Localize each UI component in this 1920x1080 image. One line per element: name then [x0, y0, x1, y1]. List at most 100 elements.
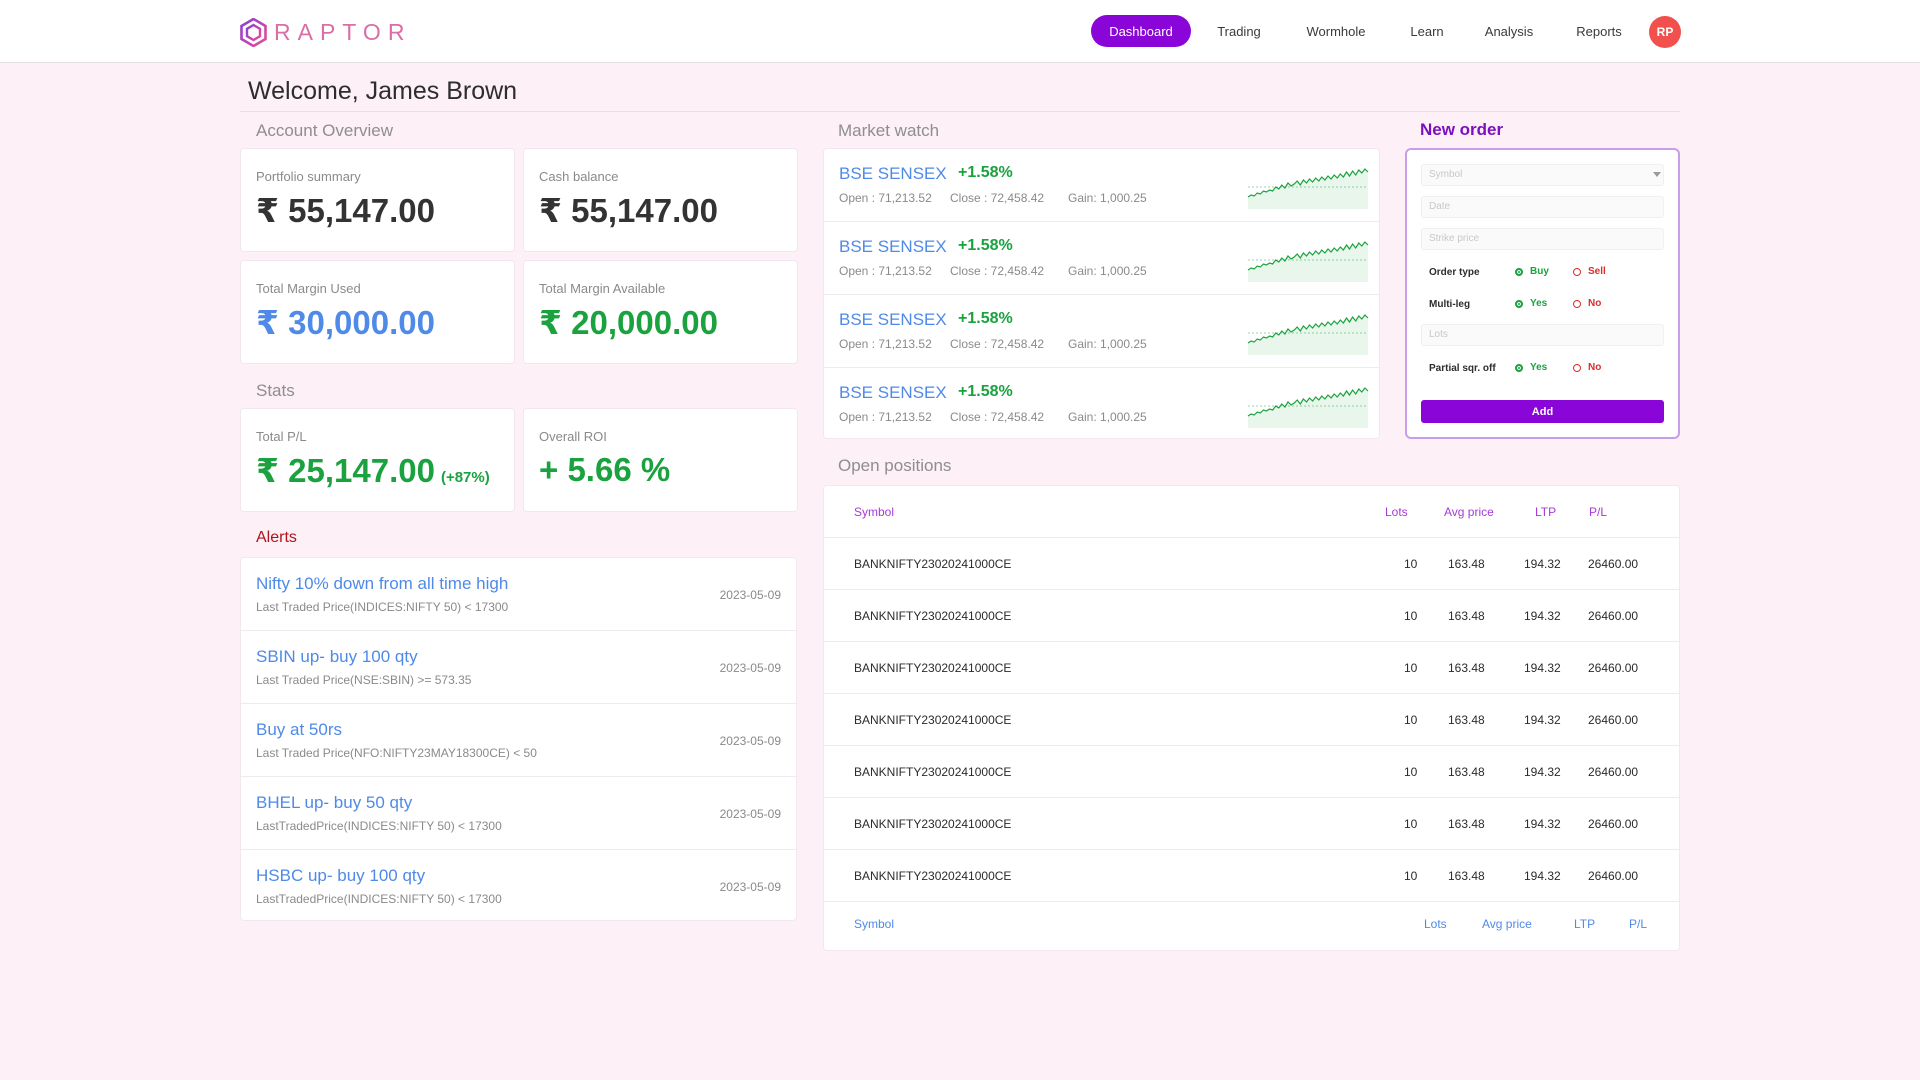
order-type-buy-radio[interactable]: Buy: [1515, 266, 1549, 277]
lots-field[interactable]: Lots: [1421, 324, 1664, 346]
cell-avg-price: 163.48: [1448, 817, 1485, 831]
multileg-yes-radio[interactable]: Yes: [1515, 298, 1547, 309]
foot-symbol[interactable]: Symbol: [854, 917, 894, 931]
cell-lots: 10: [1404, 713, 1418, 727]
alert-item[interactable]: SBIN up- buy 100 qty Last Traded Price(N…: [241, 631, 796, 704]
radio-label: Yes: [1530, 362, 1548, 373]
nav-trading[interactable]: Trading: [1199, 15, 1279, 47]
foot-ltp[interactable]: LTP: [1574, 917, 1595, 931]
cell-avg-price: 163.48: [1448, 609, 1485, 623]
alert-item[interactable]: Nifty 10% down from all time high Last T…: [241, 558, 796, 631]
cell-pl: 26460.00: [1588, 609, 1639, 623]
brand-logo[interactable]: RAPTOR: [240, 17, 411, 47]
alert-item[interactable]: HSBC up- buy 100 qty LastTradedPrice(IND…: [241, 850, 796, 923]
market-watch-item[interactable]: BSE SENSEX +1.58% Open : 71,213.52 Close…: [824, 295, 1379, 368]
sparkline-chart: [1247, 387, 1369, 428]
total-margin-available-card: Total Margin Available ₹ 20,000.00: [523, 260, 798, 364]
col-lots[interactable]: Lots: [1385, 505, 1408, 519]
alert-item[interactable]: BHEL up- buy 50 qty LastTradedPrice(INDI…: [241, 777, 796, 850]
table-row[interactable]: BANKNIFTY23020241000CE 10 163.48 194.32 2646…: [824, 746, 1679, 798]
user-avatar[interactable]: RP: [1649, 16, 1681, 48]
card-label: Total Margin Used: [256, 281, 361, 296]
add-order-button[interactable]: Add: [1421, 400, 1664, 423]
multileg-no-radio[interactable]: No: [1573, 298, 1601, 309]
alert-condition: Last Traded Price(NSE:SBIN) >= 573.35: [256, 673, 472, 687]
chevron-down-icon: [1653, 172, 1661, 177]
col-pl[interactable]: P/L: [1589, 505, 1607, 519]
card-value: + 5.66 %: [539, 451, 671, 488]
foot-lots[interactable]: Lots: [1424, 917, 1447, 931]
index-name[interactable]: BSE SENSEX: [839, 310, 947, 330]
order-type-sell-radio[interactable]: Sell: [1573, 266, 1606, 277]
cell-symbol: BANKNIFTY23020241000CE: [854, 765, 1012, 779]
cell-lots: 10: [1404, 557, 1418, 571]
index-name[interactable]: BSE SENSEX: [839, 383, 947, 403]
index-gain: Gain: 1,000.25: [1068, 337, 1147, 351]
page-title: Welcome, James Brown: [248, 77, 518, 105]
index-open: Open : 71,213.52: [839, 264, 932, 278]
foot-avg-price[interactable]: Avg price: [1482, 917, 1532, 931]
radio-selected-icon: [1515, 299, 1523, 308]
cash-balance-card: Cash balance ₹ 55,147.00: [523, 148, 798, 252]
alert-date: 2023-05-09: [719, 588, 781, 602]
alert-title[interactable]: Buy at 50rs: [256, 720, 342, 740]
nav-analysis[interactable]: Analysis: [1473, 15, 1545, 47]
col-ltp[interactable]: LTP: [1535, 505, 1556, 519]
alert-title[interactable]: SBIN up- buy 100 qty: [256, 647, 418, 667]
alert-title[interactable]: Nifty 10% down from all time high: [256, 574, 508, 594]
top-navigation-bar: RAPTOR Dashboard Trading Wormhole Learn …: [0, 0, 1920, 63]
table-row[interactable]: BANKNIFTY23020241000CE 10 163.48 194.32 2646…: [824, 798, 1679, 850]
table-row[interactable]: BANKNIFTY23020241000CE 10 163.48 194.32 2646…: [824, 538, 1679, 590]
cell-lots: 10: [1404, 817, 1418, 831]
cell-avg-price: 163.48: [1448, 869, 1485, 883]
market-watch-item[interactable]: BSE SENSEX +1.58% Open : 71,213.52 Close…: [824, 222, 1379, 295]
strike-price-field[interactable]: Strike price: [1421, 228, 1664, 250]
cell-ltp: 194.32: [1524, 609, 1561, 623]
index-name[interactable]: BSE SENSEX: [839, 237, 947, 257]
index-change: +1.58%: [958, 164, 1013, 181]
table-row[interactable]: BANKNIFTY23020241000CE 10 163.48 194.32 2646…: [824, 642, 1679, 694]
alert-date: 2023-05-09: [719, 807, 781, 821]
radio-label: Sell: [1588, 266, 1606, 277]
alert-title[interactable]: BHEL up- buy 50 qty: [256, 793, 412, 813]
alert-title[interactable]: HSBC up- buy 100 qty: [256, 866, 425, 886]
order-type-label: Order type: [1429, 267, 1480, 278]
foot-pl[interactable]: P/L: [1629, 917, 1647, 931]
card-label: Overall ROI: [539, 429, 607, 444]
index-gain: Gain: 1,000.25: [1068, 410, 1147, 424]
radio-selected-icon: [1515, 267, 1523, 276]
table-row[interactable]: BANKNIFTY23020241000CE 10 163.48 194.32 2646…: [824, 850, 1679, 902]
table-row[interactable]: BANKNIFTY23020241000CE 10 163.48 194.32 2646…: [824, 590, 1679, 642]
alert-item[interactable]: Buy at 50rs Last Traded Price(NFO:NIFTY2…: [241, 704, 796, 777]
overall-roi-card: Overall ROI + 5.66 %: [523, 408, 798, 512]
cell-ltp: 194.32: [1524, 661, 1561, 675]
index-name[interactable]: BSE SENSEX: [839, 164, 947, 184]
nav-reports[interactable]: Reports: [1558, 15, 1640, 47]
nav-wormhole[interactable]: Wormhole: [1290, 15, 1382, 47]
alert-date: 2023-05-09: [719, 880, 781, 894]
sparkline-chart: [1247, 241, 1369, 282]
raptor-logo-icon: [240, 17, 267, 47]
nav-dashboard[interactable]: Dashboard: [1091, 15, 1191, 47]
market-watch-item[interactable]: BSE SENSEX +1.58% Open : 71,213.52 Close…: [824, 149, 1379, 222]
cell-avg-price: 163.48: [1448, 713, 1485, 727]
symbol-select[interactable]: Symbol: [1421, 164, 1664, 186]
partial-no-radio[interactable]: No: [1573, 362, 1601, 373]
table-row[interactable]: BANKNIFTY23020241000CE 10 163.48 194.32 2646…: [824, 694, 1679, 746]
alert-condition: Last Traded Price(NFO:NIFTY23MAY18300CE)…: [256, 746, 537, 760]
col-avg-price[interactable]: Avg price: [1444, 505, 1494, 519]
nav-learn[interactable]: Learn: [1392, 15, 1462, 47]
index-change: +1.58%: [958, 383, 1013, 400]
card-label: Portfolio summary: [256, 169, 361, 184]
cell-lots: 10: [1404, 661, 1418, 675]
partial-yes-radio[interactable]: Yes: [1515, 362, 1547, 373]
date-field[interactable]: Date: [1421, 196, 1664, 218]
index-gain: Gain: 1,000.25: [1068, 191, 1147, 205]
table-header: Symbol Lots Avg price LTP P/L: [824, 486, 1679, 538]
cell-symbol: BANKNIFTY23020241000CE: [854, 557, 1012, 571]
radio-unselected-icon: [1573, 363, 1581, 372]
market-watch-item[interactable]: BSE SENSEX +1.58% Open : 71,213.52 Close…: [824, 368, 1379, 441]
cell-lots: 10: [1404, 869, 1418, 883]
col-symbol[interactable]: Symbol: [854, 505, 894, 519]
radio-label: No: [1588, 298, 1602, 309]
